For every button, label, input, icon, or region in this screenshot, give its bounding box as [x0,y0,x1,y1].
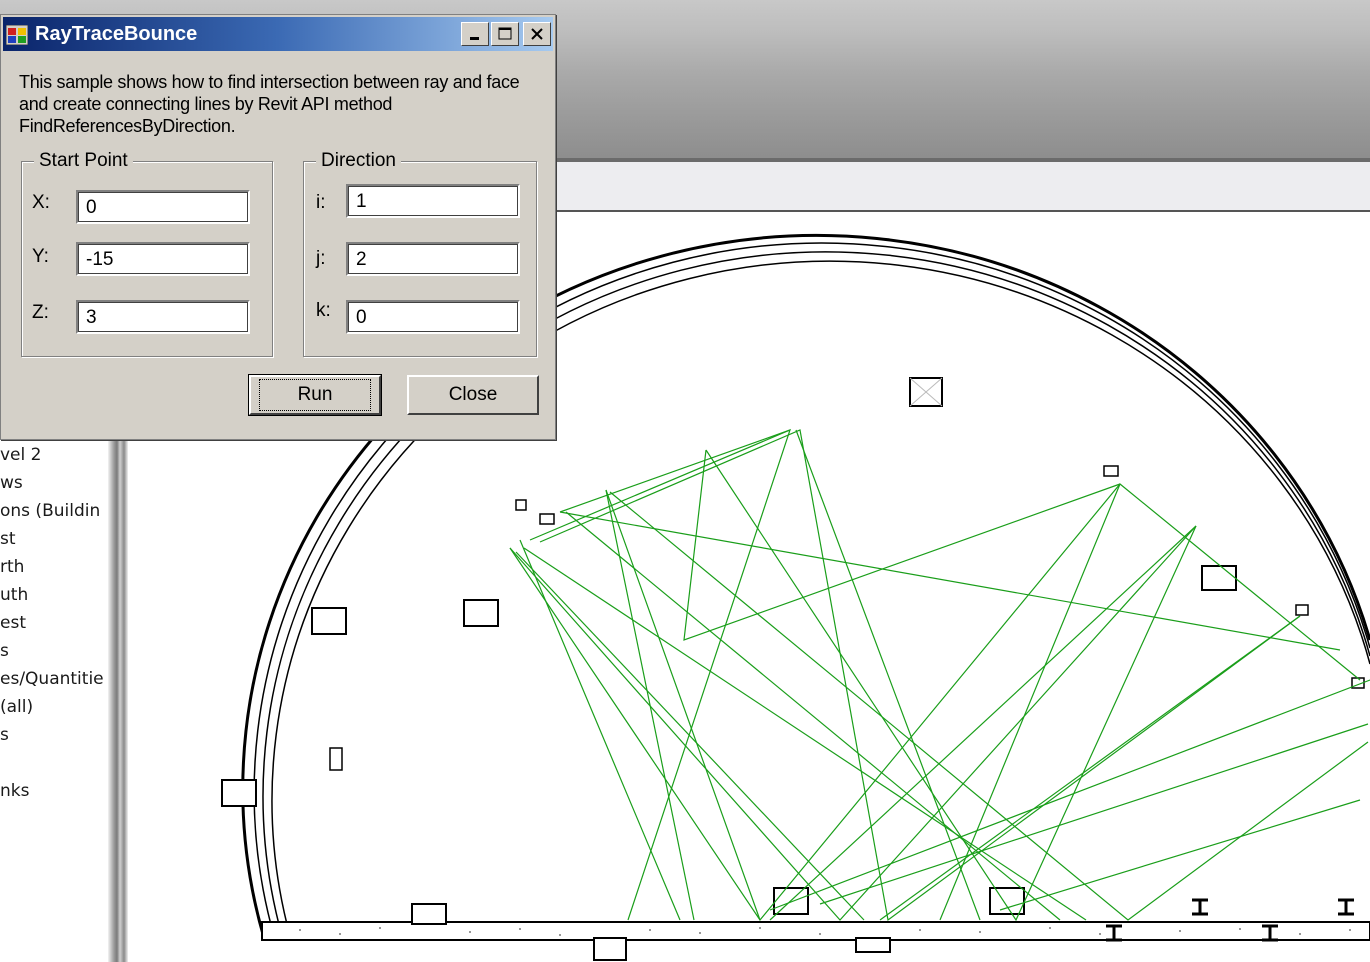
j-input[interactable]: 2 [346,242,520,276]
app-icon [6,25,28,45]
i-label: i: [316,192,326,213]
minimize-button[interactable] [461,22,489,46]
project-browser-item[interactable]: s [0,725,9,745]
direction-legend: Direction [316,150,401,172]
start-point-group: Start Point X: 0 Y: -15 Z: 3 [21,150,273,357]
wall-niche [909,377,943,407]
project-browser-item[interactable]: st [0,529,16,549]
project-browser-item[interactable]: rth [0,557,24,577]
column-boxes [221,565,1237,915]
maximize-icon [498,27,512,40]
project-browser-item[interactable]: s [0,641,9,661]
raytracebounce-dialog: RayTraceBounce This sample shows how to … [0,14,556,440]
close-button[interactable]: Close [407,375,539,415]
project-browser-item[interactable]: uth [0,585,28,605]
description-text: This sample shows how to find intersecti… [19,72,520,136]
i-input[interactable]: 1 [346,184,520,218]
x-input[interactable]: 0 [76,190,250,224]
k-label: k: [316,300,331,321]
close-icon [531,28,543,40]
z-label: Z: [32,302,49,323]
project-browser-item[interactable]: nks [0,781,29,801]
project-browser-item[interactable]: vel 2 [0,445,41,465]
run-button-label: Run [258,379,372,411]
y-label: Y: [32,246,49,267]
j-label: j: [316,248,326,269]
floor-slab [261,903,1370,961]
z-input[interactable]: 3 [76,300,250,334]
x-label: X: [32,192,50,213]
minimize-icon [470,37,479,40]
y-input[interactable]: -15 [76,242,250,276]
close-window-button[interactable] [523,22,551,46]
project-browser-item[interactable]: ons (Buildin [0,501,100,521]
direction-group: Direction i: 1 j: 2 k: 0 [303,150,537,357]
ray-bounce-lines [509,428,1370,922]
dialog-title: RayTraceBounce [35,23,198,45]
dialog-title-bar[interactable]: RayTraceBounce [3,17,553,51]
run-button[interactable]: Run [248,374,382,416]
project-browser-item[interactable]: est [0,613,26,633]
project-browser-item[interactable]: es/Quantitie [0,669,104,689]
start-point-legend: Start Point [34,150,133,172]
project-browser-item[interactable]: ws [0,473,23,493]
project-browser-item[interactable]: (all) [0,697,33,717]
maximize-button[interactable] [491,22,519,46]
k-input[interactable]: 0 [346,300,520,334]
